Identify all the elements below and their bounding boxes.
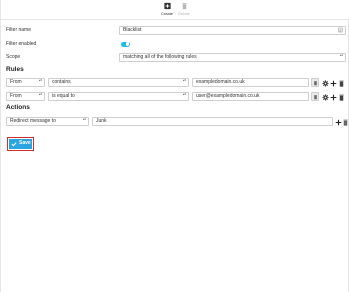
actions-heading: Actions	[6, 104, 30, 111]
action-row: Redirect message to Junk	[6, 117, 349, 127]
gear-icon[interactable]	[322, 93, 329, 101]
rule-value-input[interactable]: exampledomain.co.uk	[192, 78, 309, 87]
rule-field-value: From	[10, 79, 22, 85]
action-target-input[interactable]: Junk	[92, 117, 333, 126]
add-action-icon[interactable]	[335, 119, 342, 126]
rule-operator-value: contains	[52, 79, 71, 85]
delete-button[interactable]: Delete	[174, 2, 194, 16]
rule-value-addon[interactable]	[311, 92, 319, 101]
filter-enabled-label: Filter enabled	[6, 41, 37, 47]
filter-name-value: Blacklist	[123, 26, 142, 33]
trash-icon	[314, 95, 317, 100]
rule-value-text: exampledomain.co.uk	[196, 79, 245, 85]
save-label: Save	[19, 140, 31, 146]
rule-field-select[interactable]: From	[6, 78, 45, 87]
rule-field-value: From	[10, 93, 22, 99]
save-button-body: Save	[9, 139, 32, 149]
gear-icon[interactable]	[322, 79, 329, 87]
scope-row: Scope matching all of the following rule…	[6, 52, 346, 62]
filter-name-input[interactable]: Blacklist	[119, 25, 346, 35]
trash-icon	[314, 81, 317, 86]
filter-enabled-toggle[interactable]	[121, 41, 130, 47]
delete-rule-icon[interactable]	[338, 94, 345, 101]
delete-label: Delete	[178, 11, 190, 16]
trash-icon	[181, 3, 187, 10]
rule-row: From contains exampledomain.co.uk	[6, 78, 346, 88]
add-rule-icon[interactable]	[330, 94, 337, 101]
toolbar: Create Delete	[1, 0, 349, 20]
create-icon	[163, 2, 171, 10]
delete-action-icon[interactable]	[342, 119, 349, 126]
rule-value-input[interactable]: user@exampledomain.co.uk	[192, 92, 309, 101]
filter-editor-page: Create Delete Filter name Blacklist Filt…	[0, 0, 349, 292]
scope-select[interactable]: matching all of the following rules	[119, 52, 346, 62]
rule-field-select[interactable]: From	[6, 92, 45, 101]
rule-operator-value: is equal to	[52, 93, 75, 99]
filter-name-row: Filter name Blacklist	[6, 25, 346, 35]
action-type-value: Redirect message to	[10, 118, 56, 124]
contact-card-icon	[338, 27, 343, 33]
rule-operator-select[interactable]: is equal to	[48, 92, 189, 101]
filter-name-label: Filter name	[6, 27, 32, 33]
rule-value-addon[interactable]	[311, 78, 319, 87]
checkmark-icon	[11, 141, 17, 146]
create-label: Create	[160, 11, 173, 16]
rules-heading: Rules	[6, 66, 24, 73]
add-rule-icon[interactable]	[330, 80, 337, 87]
action-target-value: Junk	[96, 118, 107, 124]
scope-label: Scope	[6, 54, 21, 60]
scope-value: matching all of the following rules	[123, 53, 197, 60]
rule-value-text: user@exampledomain.co.uk	[196, 93, 260, 99]
rule-row: From is equal to user@exampledomain.co.u…	[6, 92, 346, 102]
save-button[interactable]: Save	[7, 137, 34, 151]
filter-enabled-row: Filter enabled	[6, 39, 346, 49]
delete-rule-icon[interactable]	[338, 80, 345, 87]
action-type-select[interactable]: Redirect message to	[6, 117, 89, 126]
rule-operator-select[interactable]: contains	[48, 78, 189, 87]
